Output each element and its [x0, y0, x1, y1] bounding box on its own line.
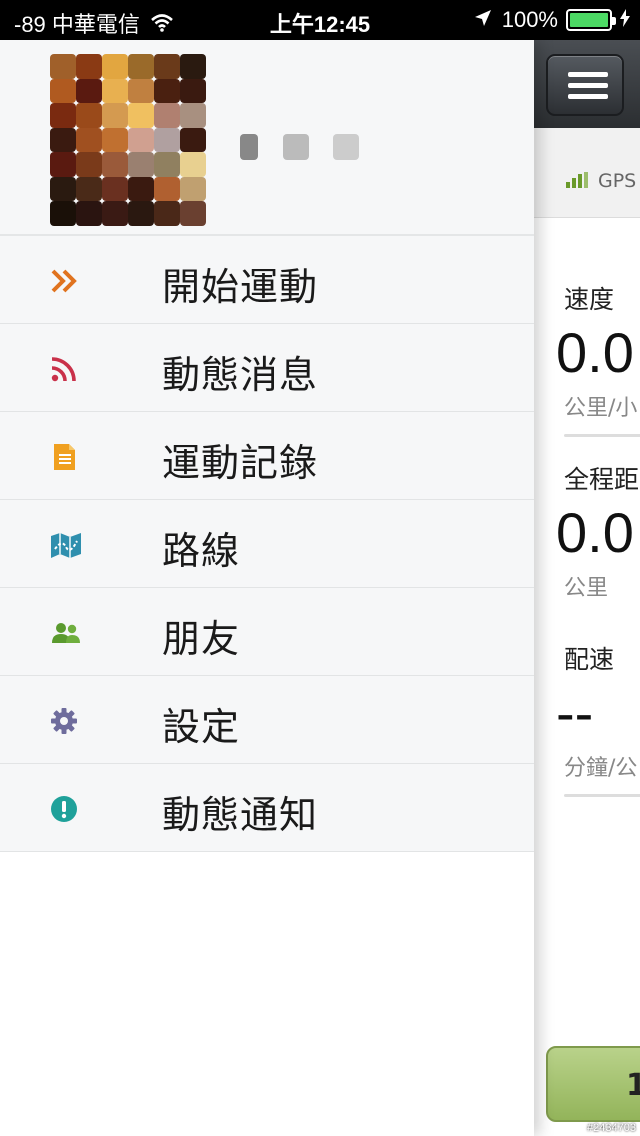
stat-value: 0.0 — [556, 321, 634, 384]
start-button[interactable]: 1 — [546, 1046, 640, 1122]
avatar-pixel — [180, 176, 206, 202]
avatar-pixel — [102, 127, 128, 153]
menu-item-friends[interactable]: 朋友 — [0, 588, 534, 676]
gear-icon — [50, 707, 78, 735]
avatar-pixel — [50, 54, 76, 79]
battery-icon — [566, 9, 616, 31]
friends-icon — [50, 619, 80, 647]
alert-circle-icon — [50, 795, 78, 823]
battery-fill — [570, 13, 608, 27]
avatar-pixel — [76, 152, 102, 177]
avatar-pixel — [180, 103, 206, 128]
menu-toggle-button[interactable] — [546, 54, 624, 116]
avatar-pixel — [50, 103, 76, 128]
avatar-pixel — [102, 54, 128, 79]
avatar-pixel — [76, 176, 102, 202]
avatar-pixel — [102, 103, 128, 128]
avatar-pixel — [180, 78, 206, 104]
stat-unit: 分鐘/公 — [564, 756, 638, 781]
avatar-pixel — [128, 54, 154, 79]
menu-item-workout-log[interactable]: 運動記錄 — [0, 412, 534, 500]
gps-label: GPS — [598, 170, 637, 192]
map-icon — [50, 531, 81, 559]
main-panel: GPS 速度 0.0 公里/小 全程距 0.0 公里 配速 -- 分鐘/公 1 … — [534, 40, 640, 1136]
avatar-pixel — [128, 152, 154, 177]
stat-label: 速度 — [564, 285, 615, 314]
avatar-pixel — [154, 152, 180, 177]
avatar-pixel — [128, 127, 154, 153]
avatar-pixel — [102, 152, 128, 177]
menu-item-news-feed[interactable]: 動態消息 — [0, 324, 534, 412]
menu-item-label: 朋友 — [162, 617, 241, 661]
gps-signal-icon — [566, 172, 588, 188]
avatar[interactable] — [50, 54, 206, 226]
drawer-menu: 開始運動 動態消息 運動記錄 路線 朋友 設定 動態通知 — [0, 236, 534, 852]
stat-divider — [564, 434, 640, 437]
username-blurred — [283, 134, 309, 160]
menu-item-settings[interactable]: 設定 — [0, 676, 534, 764]
avatar-pixel — [180, 201, 206, 226]
avatar-pixel — [76, 78, 102, 104]
stat-label: 配速 — [564, 645, 615, 674]
menu-item-start-workout[interactable]: 開始運動 — [0, 236, 534, 324]
avatar-pixel — [128, 78, 154, 104]
watermark: #2434703 — [587, 1122, 636, 1134]
menu-item-label: 運動記錄 — [162, 441, 319, 485]
start-button-label: 1 — [626, 1068, 640, 1103]
avatar-pixel — [154, 127, 180, 153]
avatar-pixel — [76, 201, 102, 226]
avatar-pixel — [154, 176, 180, 202]
stat-label: 全程距 — [564, 465, 640, 494]
avatar-pixel — [76, 127, 102, 153]
stat-value: -- — [556, 681, 594, 744]
avatar-pixel — [154, 78, 180, 104]
menu-item-label: 開始運動 — [162, 265, 319, 309]
avatar-pixel — [102, 201, 128, 226]
status-bar-right: 100% — [474, 7, 630, 33]
avatar-pixel — [180, 127, 206, 153]
rss-feed-icon — [50, 355, 78, 383]
avatar-pixel — [50, 152, 76, 177]
username-blurred — [333, 134, 359, 160]
location-arrow-icon — [474, 7, 492, 33]
menu-item-label: 動態消息 — [162, 353, 319, 397]
avatar-pixel — [154, 103, 180, 128]
avatar-pixel — [180, 54, 206, 79]
avatar-pixel — [76, 54, 102, 79]
main-header — [534, 40, 640, 128]
avatar-pixel — [154, 201, 180, 226]
avatar-pixel — [50, 127, 76, 153]
gps-status-bar: GPS — [534, 128, 640, 218]
avatar-pixel — [102, 176, 128, 202]
stat-value: 0.0 — [556, 501, 634, 564]
menu-item-notifications[interactable]: 動態通知 — [0, 764, 534, 852]
avatar-pixel — [50, 78, 76, 104]
battery-percent: 100% — [501, 7, 558, 32]
username-blurred — [240, 134, 258, 160]
avatar-pixel — [128, 201, 154, 226]
avatar-pixel — [50, 201, 76, 226]
charging-bolt-icon — [620, 7, 630, 33]
profile-header[interactable] — [0, 40, 534, 236]
stat-unit: 公里 — [564, 576, 609, 601]
avatar-pixel — [180, 152, 206, 177]
double-chevron-right-icon — [50, 267, 78, 295]
avatar-pixel — [102, 78, 128, 104]
menu-item-label: 路線 — [162, 529, 241, 573]
avatar-pixel — [128, 176, 154, 202]
avatar-pixel — [76, 103, 102, 128]
battery-tip — [612, 17, 616, 25]
stat-unit: 公里/小 — [564, 396, 638, 421]
avatar-pixel — [154, 54, 180, 79]
menu-item-routes[interactable]: 路線 — [0, 500, 534, 588]
status-bar: -89 中華電信 上午12:45 100% — [0, 0, 640, 40]
avatar-pixel — [50, 176, 76, 202]
document-icon — [50, 443, 78, 471]
menu-item-label: 設定 — [162, 705, 241, 749]
stat-divider — [564, 794, 640, 797]
menu-item-label: 動態通知 — [162, 793, 319, 837]
navigation-drawer: 開始運動 動態消息 運動記錄 路線 朋友 設定 動態通知 — [0, 40, 534, 1136]
avatar-pixel — [128, 103, 154, 128]
